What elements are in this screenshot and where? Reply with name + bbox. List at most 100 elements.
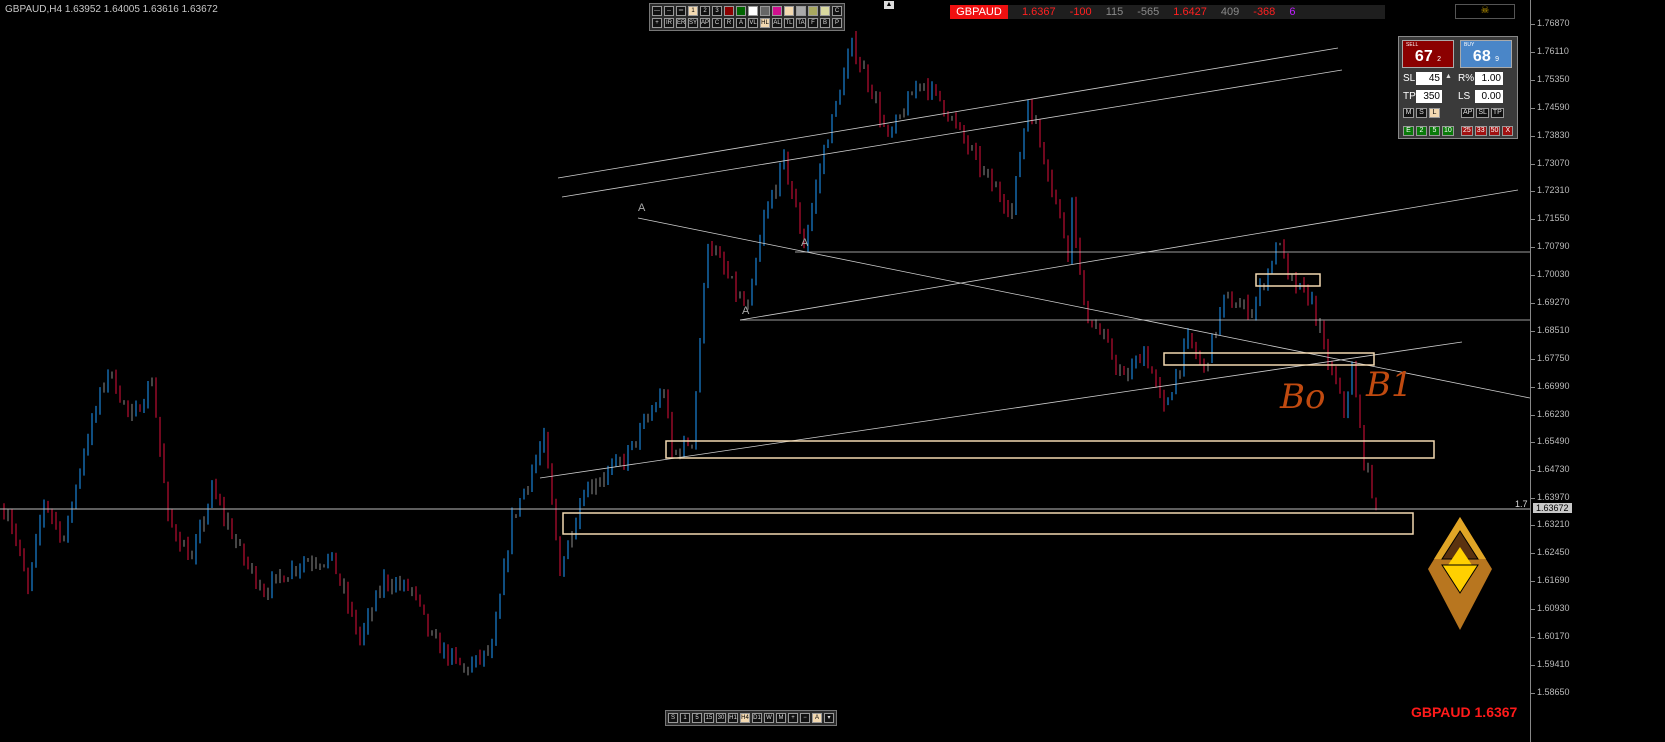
price-tick-label: 1.73070 [1531, 157, 1570, 168]
ticker-value: -565 [1137, 6, 1160, 18]
toolbar-button[interactable]: -- [664, 6, 674, 16]
ticker-value: 6 [1289, 6, 1296, 18]
panel-button[interactable]: SL [1476, 108, 1489, 118]
toolbar-button[interactable]: HL [760, 18, 770, 28]
price-tick-label: 1.62450 [1531, 547, 1570, 558]
handwritten-note: B1 [1365, 365, 1413, 405]
price-tick-label: 1.61690 [1531, 575, 1570, 586]
price-tick-label: 1.60170 [1531, 631, 1570, 642]
price-tick-label: 1.76870 [1531, 18, 1570, 28]
risk-input[interactable] [1475, 72, 1503, 85]
toolbar-button[interactable]: VL [748, 18, 758, 28]
color-swatch-button[interactable] [748, 6, 758, 16]
sl-spinner-icon[interactable]: ▲ [1445, 73, 1452, 80]
panel-button[interactable]: TP [1490, 108, 1504, 118]
label-a: A [742, 305, 750, 317]
toolbar-button[interactable]: P [832, 18, 842, 28]
price-tick-label: 1.59410 [1531, 658, 1570, 669]
toolbar-button[interactable]: B [820, 18, 830, 28]
panel-button[interactable]: AP [1461, 108, 1475, 118]
sell-button[interactable]: SELL 67 2 [1402, 40, 1454, 68]
timeframe-button[interactable]: H4 [740, 713, 750, 723]
timeframe-button[interactable]: A [812, 713, 822, 723]
tp-input[interactable] [1416, 90, 1442, 103]
toolbar-button[interactable]: --- [652, 6, 662, 16]
timeframe-button[interactable]: D1 [752, 713, 762, 723]
price-tick-label: 1.71550 [1531, 213, 1570, 224]
panel-button[interactable]: 50 [1488, 126, 1501, 136]
toolbar-button[interactable]: AL [772, 18, 782, 28]
panel-button[interactable]: 33 [1474, 126, 1487, 136]
toolbar-button[interactable]: F [808, 18, 818, 28]
timeframe-button[interactable]: − [800, 713, 810, 723]
timeframe-button[interactable]: H1 [728, 713, 738, 723]
timeframe-toolbar: S 1 5 15 30 H1 H4 D1 W M + − A ▾ [665, 710, 837, 726]
toolbar-button[interactable]: AP [700, 18, 710, 28]
panel-button[interactable]: 5 [1429, 126, 1440, 136]
timeframe-button[interactable]: ▾ [824, 713, 834, 723]
color-swatch-button[interactable] [820, 6, 830, 16]
panel-button[interactable]: E [1403, 126, 1414, 136]
toolbar-button[interactable]: + [652, 18, 662, 28]
panel-button[interactable]: 10 [1442, 126, 1454, 136]
panel-button[interactable]: M [1403, 108, 1414, 118]
color-swatch-button[interactable] [724, 6, 734, 16]
price-tick-label: 1.63970 [1531, 491, 1570, 502]
timeframe-button[interactable]: S [668, 713, 678, 723]
timeframe-button[interactable]: 5 [692, 713, 702, 723]
timeframe-button[interactable]: W [764, 713, 774, 723]
color-swatch-button[interactable] [784, 6, 794, 16]
buy-price-fraction: 9 [1495, 56, 1500, 63]
price-tick-label: 1.76110 [1531, 45, 1569, 56]
color-swatch-button[interactable] [736, 6, 746, 16]
panel-button[interactable]: 2 [1416, 126, 1427, 136]
price-axis[interactable]: 1.63672 1.76870 1.76110 1.75350 1.74590 1.73… [1530, 0, 1665, 742]
panel-button[interactable]: S [1416, 108, 1427, 118]
timeframe-button[interactable]: M [776, 713, 786, 723]
panel-button[interactable]: L [1429, 108, 1440, 118]
ticker-value: 115 [1105, 6, 1124, 18]
price-chart[interactable]: A A A 1.7 Bo B1 [0, 0, 1530, 742]
toolbar-button[interactable]: IR [664, 18, 674, 28]
toolbar-button[interactable]: ER [676, 18, 686, 28]
price-tick-label: 1.70790 [1531, 241, 1570, 252]
ticker-value: 409 [1220, 6, 1240, 18]
toolbar-button[interactable]: 1 [688, 6, 698, 16]
color-swatch-button[interactable] [760, 6, 770, 16]
color-swatch-button[interactable] [796, 6, 806, 16]
toolbar-button[interactable]: R [724, 18, 734, 28]
trendline-rising [739, 189, 1519, 321]
toolbar-button[interactable]: ═ [676, 6, 686, 16]
ticker-value: 1.6427 [1173, 6, 1207, 18]
toolbar-collapse-icon[interactable]: ▲ [884, 1, 894, 9]
channel-upper-line [557, 47, 1339, 179]
timeframe-button[interactable]: 1 [680, 713, 690, 723]
panel-button[interactable]: 25 [1461, 126, 1473, 136]
price-tick-label: 1.72310 [1531, 185, 1570, 196]
label-a: A [638, 202, 646, 214]
price-tick-label: 1.66230 [1531, 408, 1570, 419]
price-tick-label: 1.67750 [1531, 352, 1570, 363]
toolbar-button[interactable]: C [832, 6, 842, 16]
toolbar-button[interactable]: C [712, 18, 722, 28]
timeframe-button[interactable]: 15 [704, 713, 714, 723]
sl-input[interactable] [1416, 72, 1442, 85]
toolbar-button[interactable]: 3 [712, 6, 722, 16]
toolbar-button[interactable]: 2 [700, 6, 710, 16]
color-swatch-button[interactable] [772, 6, 782, 16]
timeframe-button[interactable]: 30 [716, 713, 726, 723]
buy-button[interactable]: BUY 68 9 [1460, 40, 1512, 68]
color-swatch-button[interactable] [808, 6, 818, 16]
toolbar-button[interactable]: TL [784, 18, 794, 28]
toolbar-button[interactable]: TA [796, 18, 806, 28]
logo [1428, 517, 1492, 630]
ls-input[interactable] [1475, 90, 1503, 103]
toolbar-button[interactable]: SY [688, 18, 698, 28]
toolbar-button[interactable]: A [736, 18, 746, 28]
sell-price-fraction: 2 [1437, 56, 1442, 63]
spread-label: 1.7 [1515, 499, 1528, 509]
timeframe-button[interactable]: + [788, 713, 798, 723]
ticker-symbol[interactable]: GBPAUD [950, 5, 1008, 19]
panel-button[interactable]: X [1502, 126, 1514, 136]
skull-icon[interactable]: ☠ [1455, 4, 1515, 19]
